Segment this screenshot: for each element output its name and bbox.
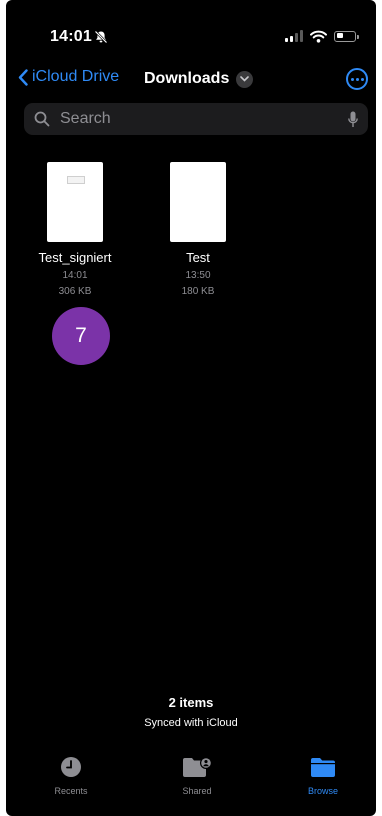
file-item[interactable]: Test 13:50 180 KB <box>143 162 253 300</box>
wifi-icon <box>310 30 327 43</box>
chevron-left-icon <box>18 68 28 86</box>
file-name: Test_signiert <box>38 250 112 265</box>
cellular-signal-icon <box>285 30 303 42</box>
step-number-badge: 7 <box>52 307 110 365</box>
tab-recents[interactable]: Recents <box>26 752 116 796</box>
file-time: 14:01 <box>62 270 88 281</box>
chevron-down-icon <box>236 70 254 88</box>
tab-label: Browse <box>307 786 338 796</box>
back-button[interactable]: iCloud Drive <box>18 68 119 86</box>
bell-slash-icon <box>94 30 108 44</box>
tab-label: Shared <box>182 786 212 796</box>
tab-bar: Recents Shared Browse <box>6 752 376 802</box>
search-input[interactable] <box>58 109 348 129</box>
file-item[interactable]: Test_signiert 14:01 306 KB <box>20 162 130 300</box>
ellipsis-icon <box>350 77 354 81</box>
document-thumbnail <box>170 162 226 242</box>
status-indicators <box>285 28 359 44</box>
clock-icon <box>61 757 81 777</box>
back-label: iCloud Drive <box>32 68 120 85</box>
sync-status: Synced with iCloud <box>144 717 238 729</box>
document-thumbnail <box>47 162 103 242</box>
tab-browse[interactable]: Browse <box>278 752 368 796</box>
battery-icon <box>334 30 359 42</box>
folder-title-menu[interactable]: Downloads <box>144 70 254 88</box>
search-bar[interactable] <box>24 103 368 135</box>
status-time: 14:01 <box>50 28 92 45</box>
tab-shared[interactable]: Shared <box>152 752 242 796</box>
page-title: Downloads <box>144 70 230 87</box>
folder-icon <box>311 758 335 777</box>
file-size: 180 KB <box>181 286 215 297</box>
tab-label: Recents <box>54 786 88 796</box>
microphone-icon[interactable] <box>348 111 358 128</box>
more-options-button[interactable] <box>346 68 368 90</box>
item-count: 2 items <box>168 695 214 710</box>
shared-folder-icon <box>183 757 212 777</box>
phone-screen: 14:01 iCloud Drive Downloads Search Test… <box>6 0 376 816</box>
file-name: Test <box>186 250 210 265</box>
file-time: 13:50 <box>185 270 211 281</box>
file-size: 306 KB <box>58 286 92 297</box>
search-icon <box>34 111 50 127</box>
signature-mark <box>67 176 85 184</box>
